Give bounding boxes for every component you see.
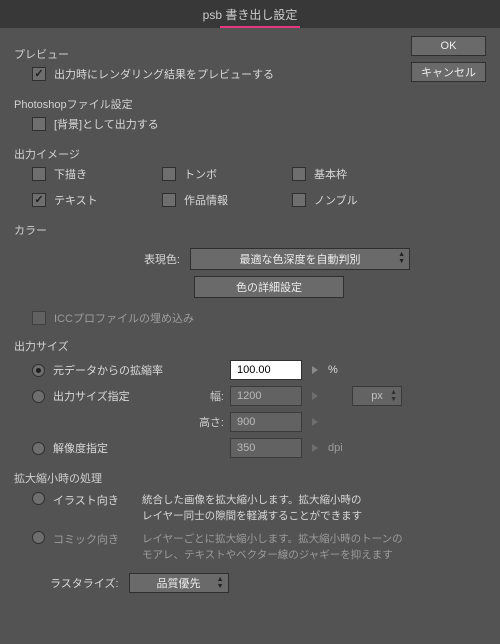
background-checkbox-label: [背景]として出力する	[54, 116, 159, 132]
nombre-checkbox[interactable]	[292, 193, 306, 207]
stepper-right-icon[interactable]	[312, 444, 318, 452]
color-heading: カラー	[14, 222, 486, 238]
text-checkbox[interactable]	[32, 193, 46, 207]
preview-checkbox-label: 出力時にレンダリング結果をプレビューする	[54, 66, 274, 82]
comic-desc: レイヤーごとに拡大縮小します。拡大縮小時のトーンの モアレ、テキストやベクター線…	[142, 531, 486, 564]
color-detail-button[interactable]: 色の詳細設定	[194, 276, 344, 298]
stepper-right-icon[interactable]	[312, 366, 318, 374]
resolution-input[interactable]: 350	[230, 438, 302, 458]
select-arrows-icon: ▲▼	[398, 251, 405, 265]
icc-checkbox[interactable]	[32, 311, 46, 325]
background-checkbox[interactable]	[32, 117, 46, 131]
text-label: テキスト	[54, 192, 98, 208]
illust-radio-label: イラスト向き	[53, 492, 119, 508]
height-label: 高さ:	[192, 414, 230, 430]
width-label: 幅:	[192, 388, 230, 404]
cancel-button[interactable]: キャンセル	[411, 62, 486, 82]
scale-radio-label: 元データからの拡縮率	[53, 362, 163, 378]
select-arrows-icon: ▲▼	[217, 576, 224, 590]
icc-label: ICCプロファイルの埋め込み	[54, 310, 194, 326]
width-input[interactable]: 1200	[230, 386, 302, 406]
stepper-right-icon[interactable]	[312, 392, 318, 400]
psd-heading: Photoshopファイル設定	[14, 96, 486, 112]
sakuhin-label: 作品情報	[184, 192, 228, 208]
raster-select[interactable]: 品質優先 ▲▼	[129, 573, 229, 593]
nombre-label: ノンブル	[314, 192, 358, 208]
tombo-checkbox[interactable]	[162, 167, 176, 181]
illust-radio[interactable]	[32, 492, 45, 505]
scale-radio[interactable]	[32, 364, 45, 377]
scale-input[interactable]: 100.00	[230, 360, 302, 380]
preview-checkbox[interactable]	[32, 67, 46, 81]
comic-radio-label: コミック向き	[53, 531, 119, 547]
size-heading: 出力サイズ	[14, 338, 486, 354]
comic-radio[interactable]	[32, 531, 45, 544]
kihon-checkbox[interactable]	[292, 167, 306, 181]
ok-button[interactable]: OK	[411, 36, 486, 56]
outsize-radio-label: 出力サイズ指定	[53, 388, 130, 404]
height-input[interactable]: 900	[230, 412, 302, 432]
resolution-radio-label: 解像度指定	[53, 440, 108, 456]
draft-checkbox[interactable]	[32, 167, 46, 181]
resolution-radio[interactable]	[32, 442, 45, 455]
scale-unit: %	[328, 364, 338, 376]
outsize-radio[interactable]	[32, 390, 45, 403]
expression-label: 表現色:	[90, 251, 190, 267]
unit-select[interactable]: px ▲▼	[352, 386, 402, 406]
kihon-label: 基本枠	[314, 166, 347, 182]
window-title: psb 書き出し設定	[203, 6, 298, 23]
resolution-unit: dpi	[328, 442, 343, 454]
draft-label: 下描き	[54, 166, 87, 182]
illust-desc: 統合した画像を拡大縮小します。拡大縮小時の レイヤー同士の隙間を軽減することがで…	[142, 492, 486, 525]
raster-label: ラスタライズ:	[50, 575, 119, 591]
stepper-right-icon[interactable]	[312, 418, 318, 426]
image-heading: 出力イメージ	[14, 146, 486, 162]
expression-select[interactable]: 最適な色深度を自動判別 ▲▼	[190, 248, 410, 270]
sakuhin-checkbox[interactable]	[162, 193, 176, 207]
select-arrows-icon: ▲▼	[390, 389, 397, 403]
tombo-label: トンボ	[184, 166, 217, 182]
titlebar: psb 書き出し設定	[0, 0, 500, 28]
scaling-heading: 拡大縮小時の処理	[14, 470, 486, 486]
